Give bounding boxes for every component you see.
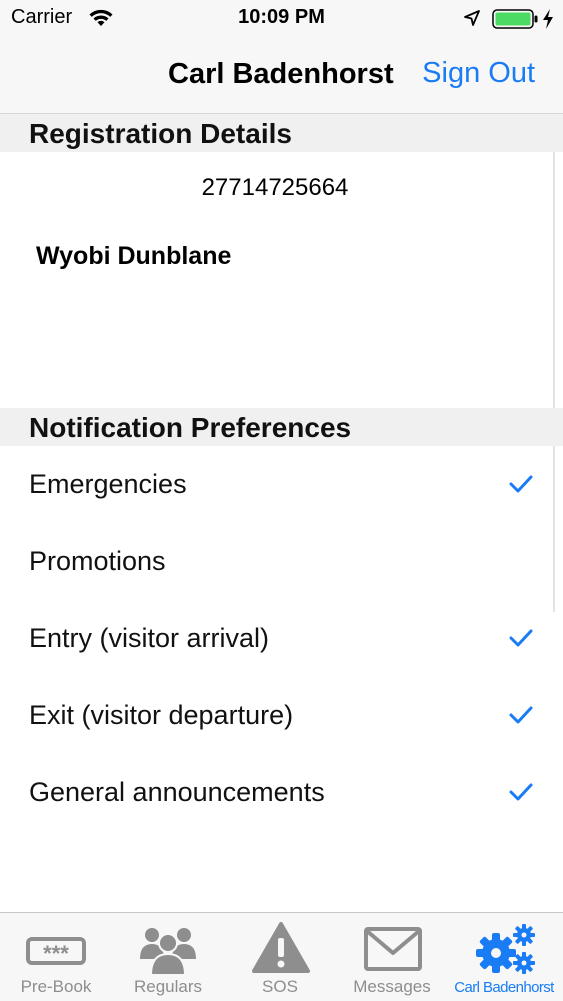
phone-number: 27714725664 [201,174,349,201]
pref-label: Emergencies [29,469,187,499]
tab-sos[interactable]: SOS [224,913,336,1001]
gears-icon [476,924,535,974]
group-icon [140,928,196,975]
checkmark-icon [509,783,533,801]
registration-section-header: Registration Details [0,114,563,152]
pref-row-general-announcements[interactable]: General announcements [0,755,563,832]
notification-header-label: Notification Preferences [29,412,352,443]
keypad-icon: *** [26,937,86,966]
estate-name: Wyobi Dunblane [36,242,232,270]
envelope-icon [364,927,422,971]
pref-label: General announcements [29,777,325,807]
tab-label: SOS [262,977,298,996]
pref-row-exit[interactable]: Exit (visitor departure) [0,678,563,755]
charging-bolt-icon [543,9,553,29]
notification-section-header: Notification Preferences [0,408,563,446]
pref-row-emergencies[interactable]: Emergencies [0,447,563,524]
pref-row-promotions[interactable]: Promotions [0,524,563,601]
tab-regulars[interactable]: Regulars [112,913,224,1001]
status-bar: Carrier 10:09 PM [0,0,563,40]
pref-row-entry[interactable]: Entry (visitor arrival) [0,601,563,678]
tab-label: Pre-Book [20,977,92,996]
checkmark-icon [509,706,533,724]
tab-label: Messages [353,977,431,996]
svg-text:***: *** [43,941,69,966]
tab-bar: *** Pre-Book Regulars SOS Messages Carl … [0,912,563,1001]
registration-header-label: Registration Details [29,118,292,149]
page-title: Carl Badenhorst [168,58,394,90]
navigation-bar: Carl Badenhorst Sign Out [0,40,563,114]
location-arrow-icon [464,10,480,26]
tab-messages[interactable]: Messages [336,913,448,1001]
battery-icon [492,9,538,29]
pref-label: Exit (visitor departure) [29,700,294,730]
sign-out-button[interactable]: Sign Out [422,57,535,90]
warning-icon [252,922,310,973]
tab-profile[interactable]: Carl Badenhorst [448,913,560,1001]
tab-label: Carl Badenhorst [454,979,554,996]
pref-label: Entry (visitor arrival) [29,623,270,653]
checkmark-icon [509,475,533,493]
checkmark-icon [509,629,533,647]
tab-pre-book[interactable]: *** Pre-Book [0,913,112,1001]
tab-label: Regulars [133,977,203,996]
pref-label: Promotions [29,546,166,576]
settings-content[interactable]: Registration Details 27714725664 Wyobi D… [0,114,563,912]
